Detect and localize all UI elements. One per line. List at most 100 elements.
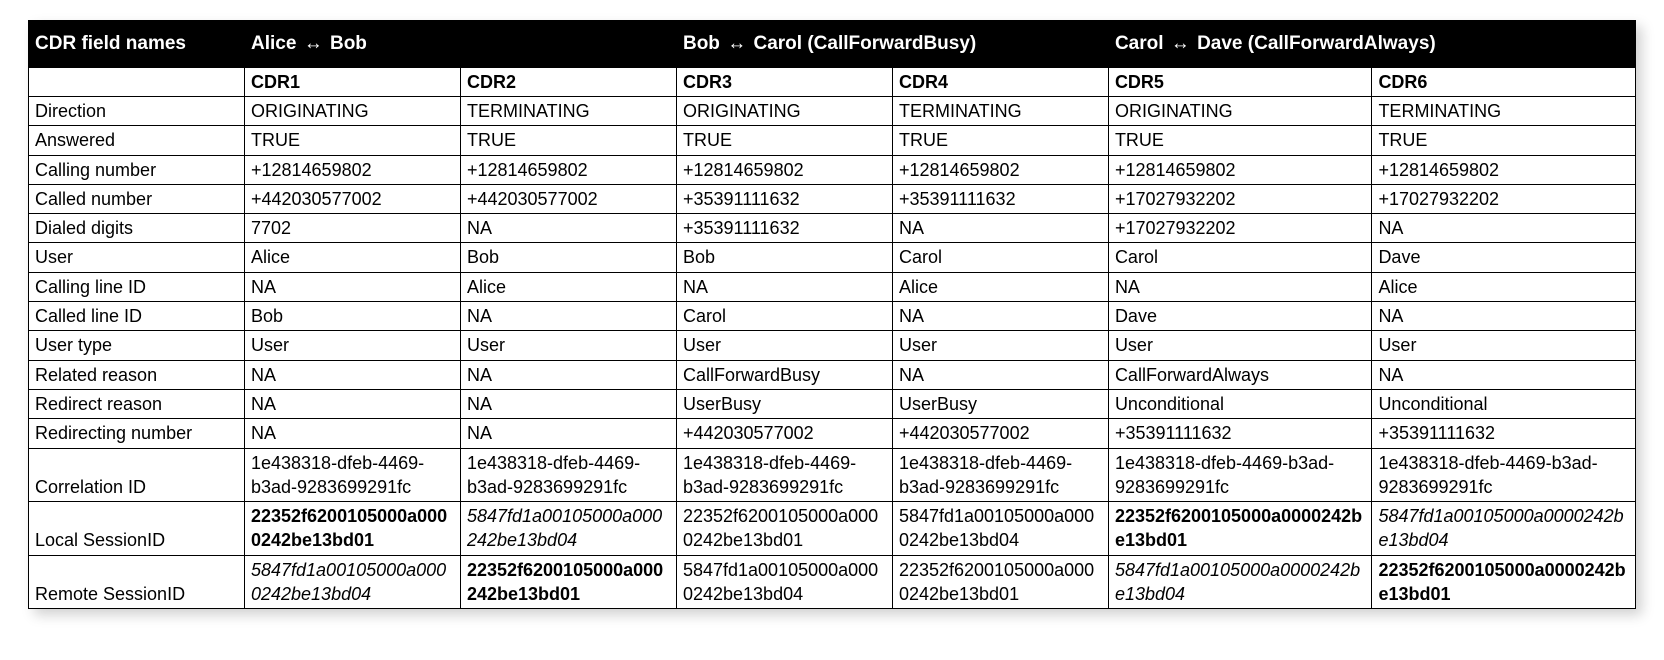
cell: 5847fd1a00105000a0000242be13bd04 [244,555,460,609]
header-cdr6: CDR6 [1372,67,1636,96]
cell: Carol [676,302,892,331]
table-row: Called number+442030577002+442030577002+… [29,184,1636,213]
header-cdr2: CDR2 [460,67,676,96]
header-cdr5: CDR5 [1108,67,1372,96]
header-fieldnames: CDR field names [29,21,245,68]
row-label: Direction [29,96,245,125]
cell: NA [244,272,460,301]
cell: NA [460,389,676,418]
cell: +442030577002 [244,184,460,213]
header-group-1: Alice ↔ Bob [244,21,676,68]
table-row: AnsweredTRUETRUETRUETRUETRUETRUE [29,126,1636,155]
cell: Bob [244,302,460,331]
row-label: Related reason [29,360,245,389]
table-row: Redirecting numberNANA+442030577002+4420… [29,419,1636,448]
row-label: Local SessionID [29,502,245,556]
cell: User [676,331,892,360]
table-row: Remote SessionID5847fd1a00105000a0000242… [29,555,1636,609]
cell: 22352f6200105000a000242be13bd01 [460,555,676,609]
cell: 22352f6200105000a0000242be13bd01 [244,502,460,556]
table-row: Local SessionID22352f6200105000a0000242b… [29,502,1636,556]
cell: +442030577002 [460,184,676,213]
cell: TRUE [460,126,676,155]
table-row: User typeUserUserUserUserUserUser [29,331,1636,360]
cell: Alice [892,272,1108,301]
cell: Bob [676,243,892,272]
cell: 22352f6200105000a0000242be13bd01 [892,555,1108,609]
cell: Bob [460,243,676,272]
cell: NA [676,272,892,301]
cell: 5847fd1a00105000a000242be13bd04 [460,502,676,556]
table-row: Redirect reasonNANAUserBusyUserBusyUncon… [29,389,1636,418]
table-row: Called line IDBobNACarolNADaveNA [29,302,1636,331]
cell: +35391111632 [892,184,1108,213]
cell: 5847fd1a00105000a0000242be13bd04 [892,502,1108,556]
cell: TRUE [892,126,1108,155]
cell: Unconditional [1108,389,1372,418]
cell: Unconditional [1372,389,1636,418]
cell: ORIGINATING [676,96,892,125]
cell: +12814659802 [676,155,892,184]
cell: +442030577002 [676,419,892,448]
cell: NA [460,302,676,331]
table-row: Calling number+12814659802+12814659802+1… [29,155,1636,184]
double-arrow-icon: ↔ [725,31,748,57]
cell: Carol [892,243,1108,272]
cell: TERMINATING [892,96,1108,125]
cell: 22352f6200105000a0000242be13bd01 [1108,502,1372,556]
header-row-groups: CDR field names Alice ↔ Bob Bob ↔ Carol … [29,21,1636,68]
cell: User [1372,331,1636,360]
cell: 1e438318-dfeb-4469-b3ad-9283699291fc [1108,448,1372,502]
cell: NA [1372,302,1636,331]
table-row: Dialed digits7702NA+35391111632NA+170279… [29,214,1636,243]
cell: UserBusy [892,389,1108,418]
cell: +442030577002 [892,419,1108,448]
cell: 5847fd1a00105000a0000242be13bd04 [676,555,892,609]
cell: 5847fd1a00105000a0000242be13bd04 [1108,555,1372,609]
cell: NA [892,360,1108,389]
cell: CallForwardAlways [1108,360,1372,389]
cell: ORIGINATING [1108,96,1372,125]
header-cdr4: CDR4 [892,67,1108,96]
cell: TERMINATING [460,96,676,125]
cell: +35391111632 [676,184,892,213]
cell: CallForwardBusy [676,360,892,389]
cell: NA [1372,360,1636,389]
cell: ORIGINATING [244,96,460,125]
cell: TERMINATING [1372,96,1636,125]
cell: NA [244,389,460,418]
double-arrow-icon: ↔ [1169,31,1192,57]
cell: NA [892,214,1108,243]
cell: NA [1108,272,1372,301]
cell: Carol [1108,243,1372,272]
cell: +17027932202 [1108,184,1372,213]
cell: NA [244,360,460,389]
cell: NA [244,419,460,448]
cell: +12814659802 [244,155,460,184]
row-label: Answered [29,126,245,155]
row-label: User [29,243,245,272]
cell: 1e438318-dfeb-4469-b3ad-9283699291fc [676,448,892,502]
cell: NA [460,419,676,448]
cell: +35391111632 [676,214,892,243]
table-row: Calling line IDNAAliceNAAliceNAAlice [29,272,1636,301]
cell: 1e438318-dfeb-4469-b3ad-9283699291fc [244,448,460,502]
header-cdr1: CDR1 [244,67,460,96]
cell: NA [892,302,1108,331]
cell: +12814659802 [1108,155,1372,184]
cell: Alice [1372,272,1636,301]
cell: NA [1372,214,1636,243]
row-label: User type [29,331,245,360]
cell: 22352f6200105000a0000242be13bd01 [1372,555,1636,609]
cell: TRUE [244,126,460,155]
cdr-table: CDR field names Alice ↔ Bob Bob ↔ Carol … [28,20,1636,609]
header-group-3: Carol ↔ Dave (CallForwardAlways) [1108,21,1635,68]
cell: +35391111632 [1108,419,1372,448]
cell: 22352f6200105000a0000242be13bd01 [676,502,892,556]
cell: Dave [1372,243,1636,272]
table-row: Related reasonNANACallForwardBusyNACallF… [29,360,1636,389]
cell: NA [460,360,676,389]
cell: Alice [460,272,676,301]
row-label: Called line ID [29,302,245,331]
cell: +17027932202 [1372,184,1636,213]
